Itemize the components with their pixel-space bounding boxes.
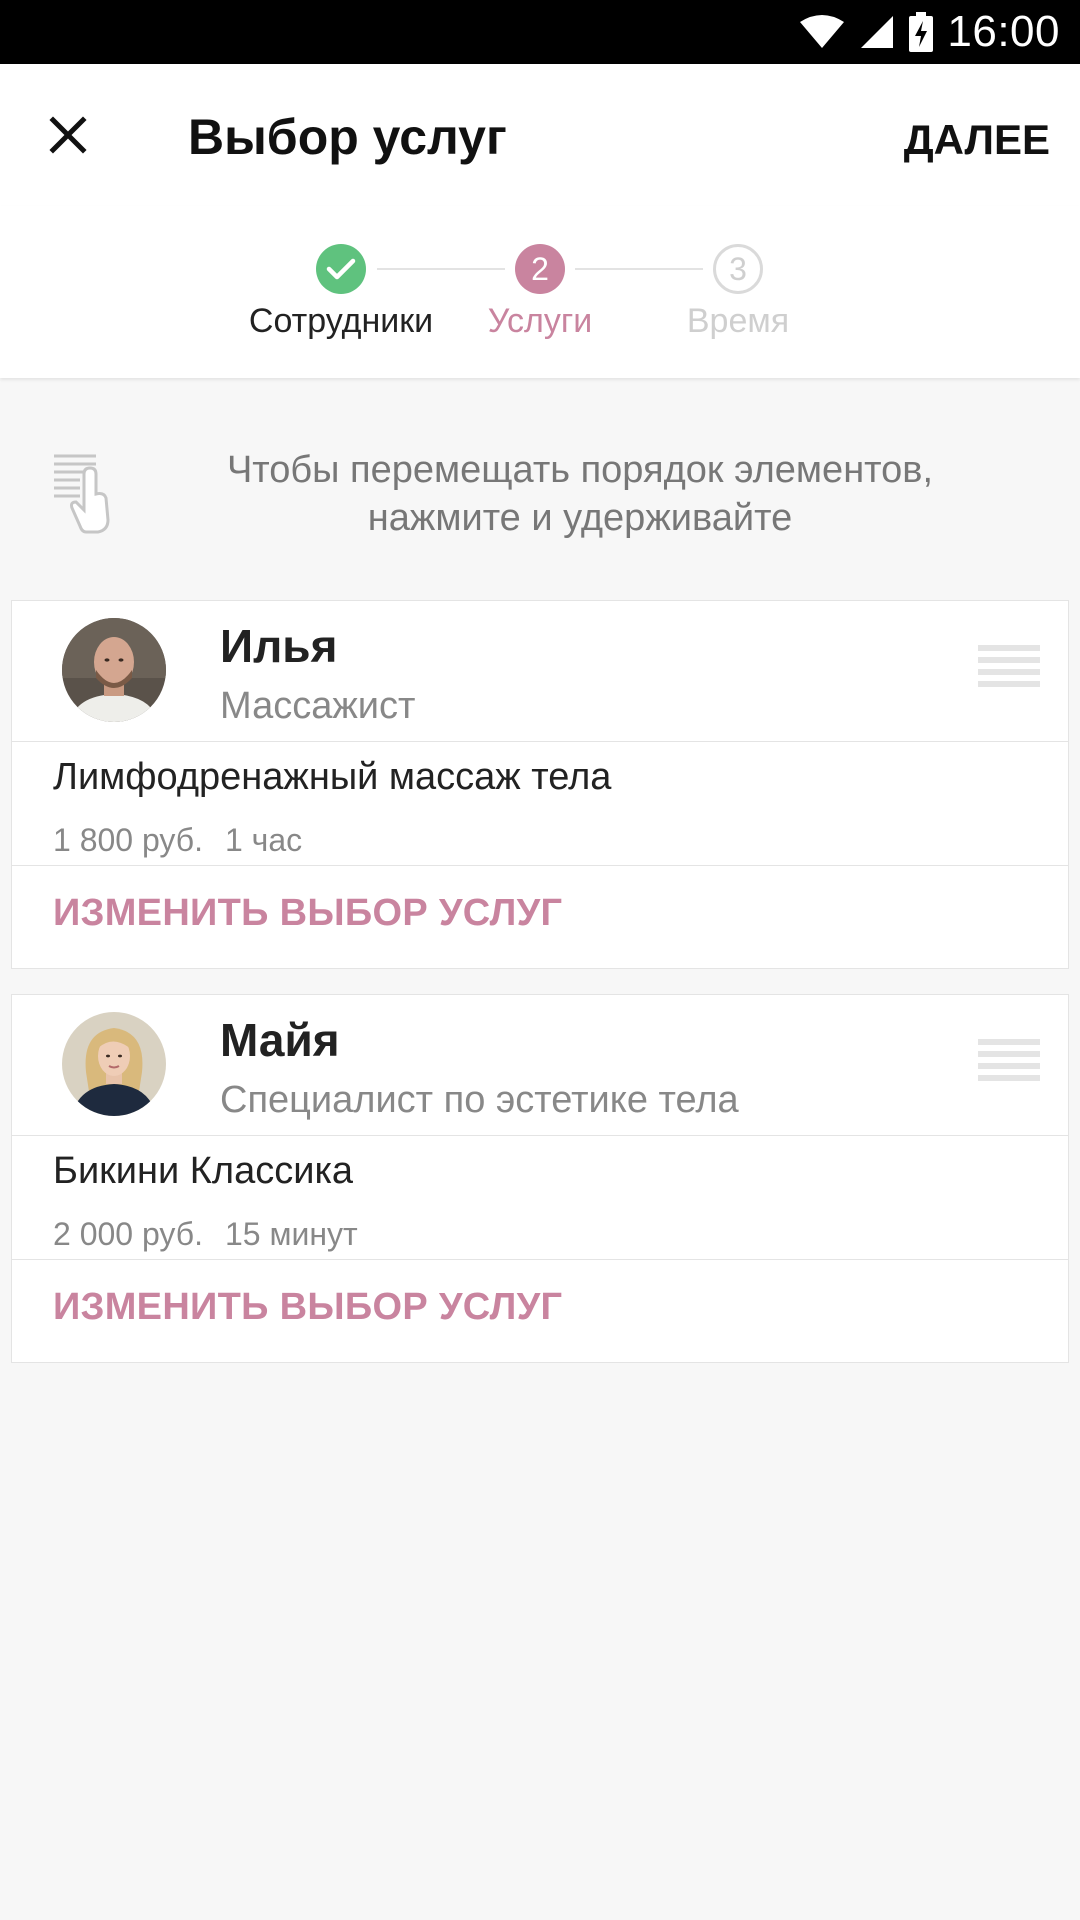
- employee-card: Майя Специалист по эстетике тела Бикини …: [11, 994, 1069, 1363]
- employee-name: Майя: [220, 1014, 340, 1066]
- employee-name: Илья: [220, 620, 338, 672]
- close-button[interactable]: [44, 111, 92, 159]
- service-duration: 15 минут: [224, 1216, 358, 1252]
- wifi-icon: [800, 15, 845, 48]
- employee-header: Майя Специалист по эстетике тела: [12, 995, 1068, 1136]
- signal-icon: [861, 16, 894, 48]
- hint-text: Чтобы перемещать порядок элементов, нажм…: [150, 446, 1010, 542]
- reorder-hint: Чтобы перемещать порядок элементов, нажм…: [0, 440, 1080, 550]
- service-item: Бикини Классика 2 000 руб. 15 минут: [12, 1136, 1068, 1260]
- employee-card: Илья Массажист Лимфодренажный массаж тел…: [11, 600, 1069, 969]
- drag-handle-icon[interactable]: [978, 645, 1040, 699]
- step-3-indicator: 3: [713, 244, 763, 294]
- change-services-button[interactable]: ИЗМЕНИТЬ ВЫБОР УСЛУГ: [12, 866, 1068, 968]
- hint-line-2: нажмите и удерживайте: [367, 497, 793, 539]
- step-connector: [377, 268, 505, 270]
- check-icon: [326, 258, 356, 280]
- avatar: [62, 618, 166, 722]
- hint-line-1: Чтобы перемещать порядок элементов,: [226, 449, 934, 491]
- service-meta: 1 800 руб. 1 час: [53, 822, 302, 859]
- employee-role: Специалист по эстетике тела: [220, 1079, 739, 1121]
- step-connector: [575, 268, 703, 270]
- service-title: Бикини Классика: [53, 1150, 354, 1192]
- touch-hold-icon: [54, 454, 110, 534]
- employee-role: Массажист: [220, 685, 416, 727]
- booking-stepper: Сотрудники 2 Услуги 3 Время: [0, 206, 1080, 378]
- employee-header: Илья Массажист: [12, 601, 1068, 742]
- drag-handle-icon[interactable]: [978, 1039, 1040, 1093]
- step-3-label: Время: [686, 302, 790, 340]
- step-2-label: Услуги: [487, 302, 593, 340]
- avatar: [62, 1012, 166, 1116]
- step-2-indicator: 2: [515, 244, 565, 294]
- status-time: 16:00: [947, 7, 1060, 56]
- step-1-label: Сотрудники: [248, 302, 434, 340]
- step-1-indicator: [316, 244, 366, 294]
- change-services-label: ИЗМЕНИТЬ ВЫБОР УСЛУГ: [53, 1286, 563, 1328]
- service-meta: 2 000 руб. 15 минут: [53, 1216, 358, 1253]
- step-2-number: 2: [531, 250, 549, 287]
- service-price: 2 000 руб.: [53, 1216, 203, 1252]
- status-bar: 16:00: [0, 0, 1080, 64]
- service-item: Лимфодренажный массаж тела 1 800 руб. 1 ч…: [12, 742, 1068, 866]
- service-duration: 1 час: [224, 822, 303, 858]
- close-icon: [49, 116, 87, 154]
- service-price: 1 800 руб.: [53, 822, 203, 858]
- service-title: Лимфодренажный массаж тела: [53, 756, 612, 798]
- app-bar: Выбор услуг ДАЛЕЕ: [0, 64, 1080, 206]
- next-button[interactable]: ДАЛЕЕ: [904, 116, 1050, 164]
- change-services-label: ИЗМЕНИТЬ ВЫБОР УСЛУГ: [53, 892, 563, 934]
- battery-charging-icon: [909, 12, 934, 52]
- step-3-number: 3: [729, 250, 747, 287]
- status-icons: 16:00: [799, 0, 1060, 64]
- change-services-button[interactable]: ИЗМЕНИТЬ ВЫБОР УСЛУГ: [12, 1260, 1068, 1362]
- page-title: Выбор услуг: [188, 109, 507, 165]
